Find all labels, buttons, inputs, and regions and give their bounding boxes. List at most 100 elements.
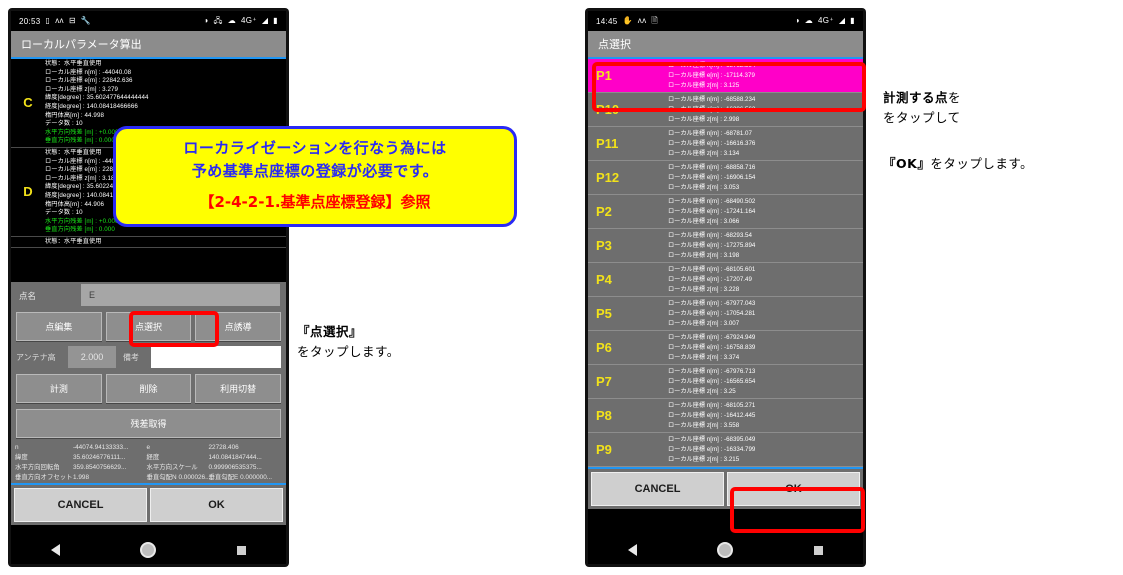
parameter-value: 垂直勾配E 0.000000... <box>208 474 273 481</box>
point-coordinates: ローカル座標 n[m] : -67977.043 ローカル座標 e[m] : -1… <box>668 299 863 329</box>
point-coordinates: ローカル座標 n[m] : -68588.234 ローカル座標 e[m] : -1… <box>668 95 863 125</box>
battery-icon: ▯ <box>45 16 51 25</box>
measure-button-row: 計測 削除 利用切替 <box>11 371 286 406</box>
cancel-button[interactable]: CANCEL <box>14 488 147 522</box>
point-list-item[interactable]: P1 ローカル座標 n[m] : -68762.394 ローカル座標 e[m] : … <box>588 59 863 93</box>
recents-icon[interactable] <box>236 545 246 555</box>
point-coordinate-line: ローカル座標 e[m] : -17241.164 <box>668 207 756 215</box>
point-coordinate-line: ローカル座標 n[m] : -68395.049 <box>668 435 756 443</box>
point-coordinate-line: ローカル座標 z[m] : 3.066 <box>668 217 740 225</box>
parameter-key: n <box>15 444 19 451</box>
point-coordinate-line: ローカル座標 e[m] : -17275.894 <box>668 241 756 249</box>
point-name-row: 点名 E <box>11 282 286 309</box>
point-coordinate-line: ローカル座標 n[m] : -67924.949 <box>668 333 756 341</box>
point-list-item[interactable]: P4 ローカル座標 n[m] : -68105.601 ローカル座標 e[m] : … <box>588 263 863 297</box>
left-phone-screen: 20:53 ▯ ᴧᴧ ⊟ 🔧 ◑ 🖧 ☁ 4G⁺ ◢ ▮ ローカルパラメータ算出… <box>11 11 286 564</box>
point-name: P12 <box>596 170 620 185</box>
right-status-bar: 14:45 ✋ ᴧᴧ 🗎 ◑ ☁ 4G⁺ ◢ ▮ <box>588 11 863 31</box>
parameter-value: 1.998 <box>73 474 89 481</box>
point-coordinates: ローカル座標 n[m] : -67976.713 ローカル座標 e[m] : -1… <box>668 367 863 397</box>
point-select-button[interactable]: 点選択 <box>105 312 192 341</box>
point-list-item[interactable]: P6 ローカル座標 n[m] : -67924.949 ローカル座標 e[m] : … <box>588 331 863 365</box>
measure-button[interactable]: 計測 <box>16 374 102 403</box>
get-residual-button[interactable]: 残差取得 <box>16 409 281 438</box>
point-coordinate-line: ローカル座標 n[m] : -68490.502 <box>668 197 756 205</box>
point-list-item[interactable]: P7 ローカル座標 n[m] : -67976.713 ローカル座標 e[m] : … <box>588 365 863 399</box>
battery-icon: ▮ <box>273 16 278 25</box>
point-name: P9 <box>596 442 612 457</box>
point-coordinates: ローカル座標 n[m] : -68105.601 ローカル座標 e[m] : -1… <box>668 265 863 295</box>
signal-icon: ◢ <box>838 16 846 25</box>
right-annotation-line-1: 計測する点を <box>883 88 1033 108</box>
wrench-icon: 🔧 <box>80 16 92 25</box>
point-name-label: 点名 <box>11 282 81 309</box>
point-action-button-row: 点編集 点選択 点誘導 <box>11 309 286 344</box>
point-list-item[interactable]: P9 ローカル座標 n[m] : -68395.049 ローカル座標 e[m] : … <box>588 433 863 467</box>
point-coordinate-line: ローカル座標 z[m] : 3.215 <box>668 455 740 463</box>
annotation-spacer <box>883 128 1033 154</box>
calculation-row-tag: C <box>23 95 33 111</box>
point-list-item[interactable]: P2 ローカル座標 n[m] : -68490.502 ローカル座標 e[m] : … <box>588 195 863 229</box>
document-icon: 🗎 <box>651 16 659 25</box>
point-name: P2 <box>596 204 612 219</box>
point-coordinate-line: ローカル座標 e[m] : -16758.839 <box>668 343 756 351</box>
point-edit-button[interactable]: 点編集 <box>16 312 102 341</box>
right-status-right-group: ◑ ☁ 4G⁺ ◢ ▮ <box>795 17 855 25</box>
back-icon[interactable] <box>628 544 638 556</box>
point-name: P8 <box>596 408 612 423</box>
point-list[interactable]: P1 ローカル座標 n[m] : -68762.394 ローカル座標 e[m] : … <box>588 59 863 467</box>
point-coordinate-line: ローカル座標 e[m] : -16906.154 <box>668 173 756 181</box>
toggle-use-button[interactable]: 利用切替 <box>195 374 282 403</box>
contrast-icon: ◑ <box>203 16 209 25</box>
home-icon[interactable] <box>140 542 157 558</box>
point-coordinate-line: ローカル座標 z[m] : 2.998 <box>668 115 740 123</box>
point-coordinate-line: ローカル座標 z[m] : 3.374 <box>668 353 740 361</box>
right-phone-screen: 14:45 ✋ ᴧᴧ 🗎 ◑ ☁ 4G⁺ ◢ ▮ 点選択 P1 ローカル座標 n[… <box>588 11 863 564</box>
point-coordinate-line: ローカル座標 z[m] : 3.25 <box>668 387 736 395</box>
point-name: P4 <box>596 272 612 287</box>
point-guide-button[interactable]: 点誘導 <box>195 312 282 341</box>
point-coordinate-line: ローカル座標 n[m] : -68781.07 <box>668 129 752 137</box>
point-list-item[interactable]: P5 ローカル座標 n[m] : -67977.043 ローカル座標 e[m] : … <box>588 297 863 331</box>
point-coordinate-line: ローカル座標 n[m] : -68105.271 <box>668 401 756 409</box>
ok-button[interactable]: OK <box>727 472 860 506</box>
point-coordinate-line: ローカル座標 z[m] : 3.228 <box>668 285 740 293</box>
residual-button-row: 残差取得 <box>11 406 286 441</box>
back-icon[interactable] <box>51 544 61 556</box>
left-annotation-line-1: 『点選択』 <box>297 322 400 342</box>
point-list-item[interactable]: P10 ローカル座標 n[m] : -68588.234 ローカル座標 e[m] :… <box>588 93 863 127</box>
point-list-item[interactable]: P3 ローカル座標 n[m] : -68293.54 ローカル座標 e[m] : -… <box>588 229 863 263</box>
note-label: 備考 <box>123 352 139 362</box>
delete-button[interactable]: 削除 <box>105 374 192 403</box>
callout-line-3: 【2-4-2-1.基準点座標登録】参照 <box>199 193 431 211</box>
note-input[interactable] <box>151 346 281 368</box>
parameter-value: 22728.406 <box>208 444 239 451</box>
calculation-row[interactable]: 状態：水平垂直使用 <box>11 237 286 249</box>
point-list-item[interactable]: P12 ローカル座標 n[m] : -68858.716 ローカル座標 e[m] :… <box>588 161 863 195</box>
page-title: 点選択 <box>598 39 631 51</box>
calculation-value-line: ローカル座標 e[m] : 22842.636 <box>45 77 133 85</box>
point-coordinate-line: ローカル座標 e[m] : -17207.49 <box>668 275 752 283</box>
wave-icon: ᴧᴧ <box>55 16 64 25</box>
left-dialog-buttons: CANCEL OK <box>11 485 286 525</box>
point-list-item[interactable]: P8 ローカル座標 n[m] : -68105.271 ローカル座標 e[m] : … <box>588 399 863 433</box>
calculation-row-values: 状態：水平垂直使用 <box>45 237 286 248</box>
parameter-key: e <box>146 444 151 451</box>
antenna-height-value[interactable]: 2.000 <box>68 346 116 368</box>
point-name: P10 <box>596 102 620 117</box>
point-list-item[interactable]: P11 ローカル座標 n[m] : -68781.07 ローカル座標 e[m] : … <box>588 127 863 161</box>
point-coordinate-line: ローカル座標 e[m] : -17114.379 <box>668 71 755 79</box>
point-name-input[interactable]: E <box>81 284 280 306</box>
right-dialog-buttons: CANCEL OK <box>588 469 863 509</box>
cancel-button[interactable]: CANCEL <box>591 472 724 506</box>
antenna-row: アンテナ高 2.000 備考 <box>11 344 286 371</box>
ok-button[interactable]: OK <box>150 488 283 522</box>
home-icon[interactable] <box>717 542 734 558</box>
recents-icon[interactable] <box>813 545 823 555</box>
right-phone-frame: 14:45 ✋ ᴧᴧ 🗎 ◑ ☁ 4G⁺ ◢ ▮ 点選択 P1 ローカル座標 n[… <box>585 8 866 567</box>
right-annotation-tail-2: をタップします。 <box>930 156 1034 171</box>
cast-icon: 🖧 <box>213 16 223 25</box>
left-phone-frame: 20:53 ▯ ᴧᴧ ⊟ 🔧 ◑ 🖧 ☁ 4G⁺ ◢ ▮ ローカルパラメータ算出… <box>8 8 289 567</box>
parameter-status-panel: n -44074.94133333... e 22728.406 緯度 35.602467… <box>11 441 286 483</box>
point-coordinate-line: ローカル座標 n[m] : -67977.043 <box>668 299 756 307</box>
